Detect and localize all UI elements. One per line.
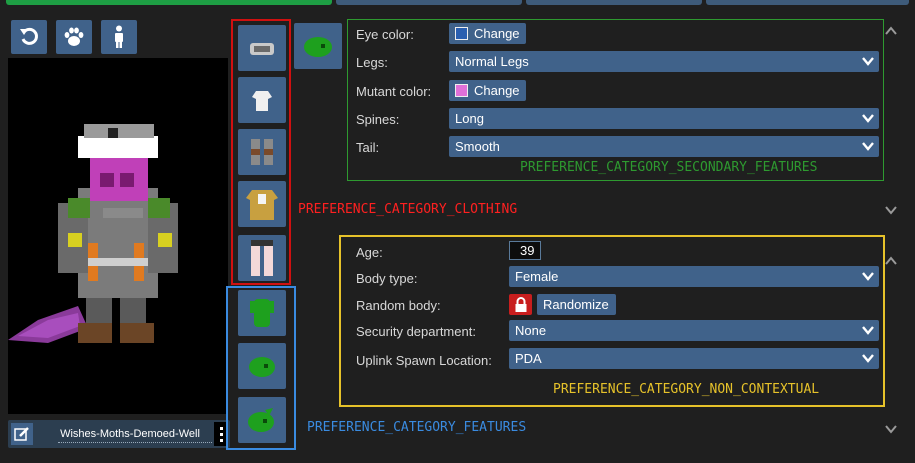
person-icon	[115, 25, 123, 48]
chevron-up-icon[interactable]	[884, 254, 898, 268]
non-contextual-box	[339, 235, 885, 407]
pet-button[interactable]	[56, 20, 92, 54]
chevron-down-icon[interactable]	[884, 422, 898, 436]
feature-slot-species[interactable]	[294, 23, 342, 69]
secondary-features-box	[347, 19, 884, 181]
tab-4[interactable]	[706, 0, 909, 5]
tab-3[interactable]	[526, 0, 702, 5]
chevron-down-icon[interactable]	[884, 203, 898, 217]
edit-name-button[interactable]	[11, 423, 33, 445]
clothing-category-box	[231, 19, 291, 285]
features-category-label: PREFERENCE_CATEGORY_FEATURES	[307, 420, 527, 435]
rotate-button[interactable]	[11, 20, 47, 54]
tab-2[interactable]	[336, 0, 522, 5]
features-category-box	[226, 286, 296, 450]
character-name-bar[interactable]: Wishes-Moths-Demoed-Well	[8, 420, 230, 448]
character-name[interactable]: Wishes-Moths-Demoed-Well	[40, 428, 220, 440]
chevron-up-icon[interactable]	[884, 24, 898, 38]
tab-active[interactable]	[6, 0, 332, 5]
green-head-icon	[304, 37, 332, 57]
character-preview	[8, 58, 228, 414]
body-button[interactable]	[101, 20, 137, 54]
rotate-icon	[20, 27, 38, 45]
character-sprite	[8, 124, 178, 343]
name-underline	[58, 442, 212, 443]
clothing-category-label: PREFERENCE_CATEGORY_CLOTHING	[298, 202, 518, 217]
pencil-icon	[14, 427, 29, 441]
top-tab-strip	[0, 0, 915, 6]
paw-icon	[64, 27, 84, 46]
